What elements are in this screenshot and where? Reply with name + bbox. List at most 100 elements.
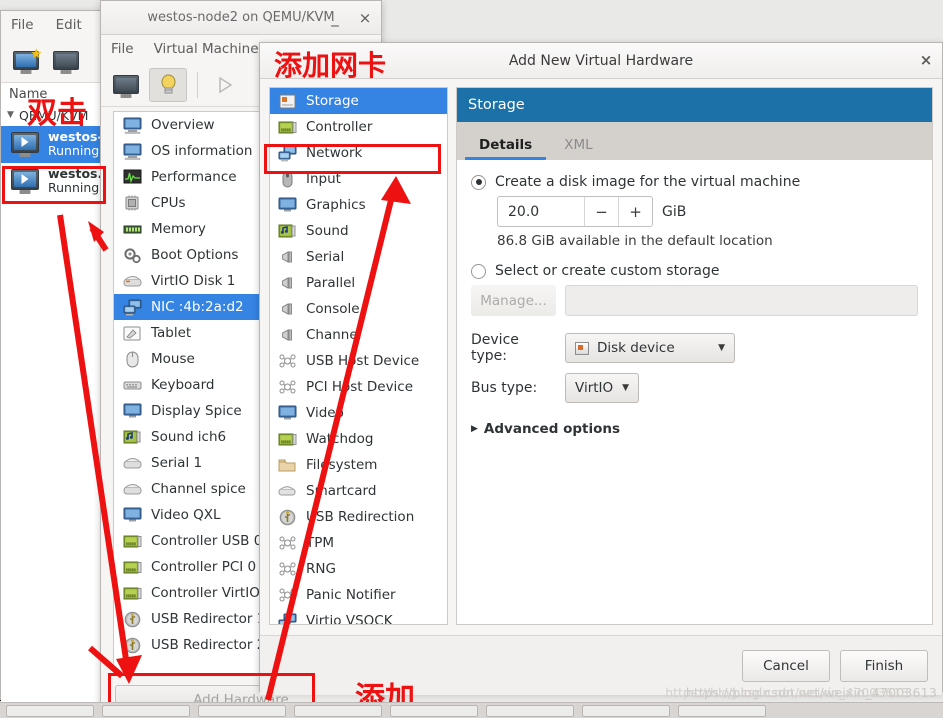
network-icon: [277, 612, 297, 624]
hardware-type-item-console[interactable]: Console: [270, 296, 447, 322]
bulb-glyph: [161, 74, 175, 93]
disk-size-increment-button[interactable]: +: [618, 197, 652, 226]
hardware-type-item-serial[interactable]: Serial: [270, 244, 447, 270]
taskbar-item[interactable]: [678, 704, 766, 717]
vm-list-item-1-text: westos. Running: [48, 166, 102, 196]
menu-edit[interactable]: Edit: [56, 17, 82, 33]
new-vm-icon[interactable]: ★: [9, 46, 43, 76]
hardware-type-item-usb-host-device[interactable]: USB Host Device: [270, 348, 447, 374]
menu-virtual-machine[interactable]: Virtual Machine: [154, 41, 259, 57]
taskbar-item[interactable]: [198, 704, 286, 717]
chevron-down-icon: ▼: [718, 343, 725, 353]
vm-running-icon: [11, 132, 41, 156]
chevron-down-icon: ▼: [622, 383, 629, 393]
serial-icon: [122, 480, 142, 498]
open-vm-icon[interactable]: [49, 46, 83, 76]
hardware-type-item-storage[interactable]: Storage: [270, 88, 447, 114]
toolbar-separator: [197, 71, 198, 98]
taskbar-item[interactable]: [294, 704, 382, 717]
close-icon[interactable]: ×: [918, 52, 934, 68]
taskbar-item[interactable]: [486, 704, 574, 717]
hardware-type-item-network[interactable]: Network: [270, 140, 447, 166]
usb-icon: [122, 610, 142, 628]
device-list-item-label: CPUs: [151, 195, 186, 211]
tab-xml[interactable]: XML: [550, 137, 606, 160]
storage-icon: [277, 92, 297, 110]
run-play-icon[interactable]: [208, 70, 242, 100]
cancel-button[interactable]: Cancel: [742, 649, 830, 682]
device-type-row: Device type: Disk device ▼: [471, 332, 918, 364]
usb-icon: [122, 636, 142, 654]
hardware-type-item-label: USB Redirection: [306, 509, 415, 525]
hardware-type-item-graphics[interactable]: Graphics: [270, 192, 447, 218]
chevron-down-icon[interactable]: ▼: [7, 110, 19, 120]
hardware-type-item-label: Video: [306, 405, 344, 421]
hardware-type-item-rng[interactable]: RNG: [270, 556, 447, 582]
chip-icon: [277, 560, 297, 578]
disk-size-input[interactable]: 20.0: [498, 197, 584, 226]
disk-size-stepper[interactable]: 20.0 − +: [497, 196, 653, 227]
hardware-type-list[interactable]: Storage Controller Network Input Graphics Sou…: [269, 87, 448, 625]
taskbar-item[interactable]: [102, 704, 190, 717]
controller-icon: [122, 584, 142, 602]
device-type-select[interactable]: Disk device ▼: [565, 333, 735, 363]
desktop-taskbar[interactable]: [0, 702, 943, 718]
hardware-type-item-parallel[interactable]: Parallel: [270, 270, 447, 296]
chip-icon: [277, 534, 297, 552]
vm-state: Running: [48, 143, 100, 159]
manage-button[interactable]: Manage...: [471, 285, 556, 316]
display-icon: [122, 402, 142, 420]
custom-storage-radio-row[interactable]: Select or create custom storage: [471, 263, 918, 279]
hardware-type-item-tpm[interactable]: TPM: [270, 530, 447, 556]
vm-list-item-0-text: westos- Running: [48, 129, 103, 159]
taskbar-item[interactable]: [390, 704, 478, 717]
disk-icon: [122, 272, 142, 290]
custom-storage-radio[interactable]: [471, 263, 486, 279]
bus-type-select[interactable]: VirtIO ▼: [565, 373, 639, 403]
chip-icon: [277, 586, 297, 604]
create-disk-radio-row[interactable]: Create a disk image for the virtual mach…: [471, 174, 918, 190]
hardware-type-item-channel[interactable]: Channel: [270, 322, 447, 348]
console-icon[interactable]: [109, 70, 143, 100]
folder-icon: [277, 456, 297, 474]
controller-icon: [122, 532, 142, 550]
hardware-type-item-input[interactable]: Input: [270, 166, 447, 192]
menu-file[interactable]: File: [11, 17, 34, 33]
hardware-type-item-filesystem[interactable]: Filesystem: [270, 452, 447, 478]
hardware-type-item-usb-redirection[interactable]: USB Redirection: [270, 504, 447, 530]
hardware-type-item-label: Virtio VSOCK: [306, 613, 393, 625]
create-disk-radio[interactable]: [471, 174, 486, 190]
device-list-item-label: USB Redirector 1: [151, 611, 266, 627]
hardware-type-item-watchdog[interactable]: Watchdog: [270, 426, 447, 452]
details-bulb-icon[interactable]: [149, 67, 187, 102]
hardware-type-item-controller[interactable]: Controller: [270, 114, 447, 140]
hardware-type-item-label: Smartcard: [306, 483, 377, 499]
create-disk-label: Create a disk image for the virtual mach…: [495, 174, 801, 190]
close-icon[interactable]: ×: [357, 10, 373, 26]
finish-button[interactable]: Finish: [840, 649, 928, 682]
serial-port-icon: [277, 326, 297, 344]
disk-size-decrement-button[interactable]: −: [584, 197, 618, 226]
hardware-type-item-label: PCI Host Device: [306, 379, 414, 395]
hardware-type-item-sound[interactable]: Sound: [270, 218, 447, 244]
panel-banner-title: Storage: [457, 88, 932, 122]
hardware-type-item-video[interactable]: Video: [270, 400, 447, 426]
vm-details-titlebar: westos-node2 on QEMU/KVM _ ×: [101, 1, 381, 35]
vm-details-title: westos-node2 on QEMU/KVM: [147, 10, 335, 25]
tab-details[interactable]: Details: [465, 137, 547, 160]
menu-file[interactable]: File: [111, 41, 134, 57]
device-list-item-label: Channel spice: [151, 481, 246, 497]
hardware-type-item-smartcard[interactable]: Smartcard: [270, 478, 447, 504]
device-list-item-label: Keyboard: [151, 377, 215, 393]
minimize-icon[interactable]: _: [327, 10, 343, 26]
device-list-item-label: Controller PCI 0: [151, 559, 257, 575]
custom-storage-path-input[interactable]: [565, 285, 918, 316]
hardware-type-item-virtio-vsock[interactable]: Virtio VSOCK: [270, 608, 447, 625]
hardware-type-item-pci-host-device[interactable]: PCI Host Device: [270, 374, 447, 400]
taskbar-item[interactable]: [6, 704, 94, 717]
hardware-type-item-panic-notifier[interactable]: Panic Notifier: [270, 582, 447, 608]
hardware-type-item-label: Network: [306, 145, 363, 161]
taskbar-item[interactable]: [582, 704, 670, 717]
controller-icon: [122, 558, 142, 576]
advanced-options-toggle[interactable]: ▶ Advanced options: [471, 421, 918, 437]
